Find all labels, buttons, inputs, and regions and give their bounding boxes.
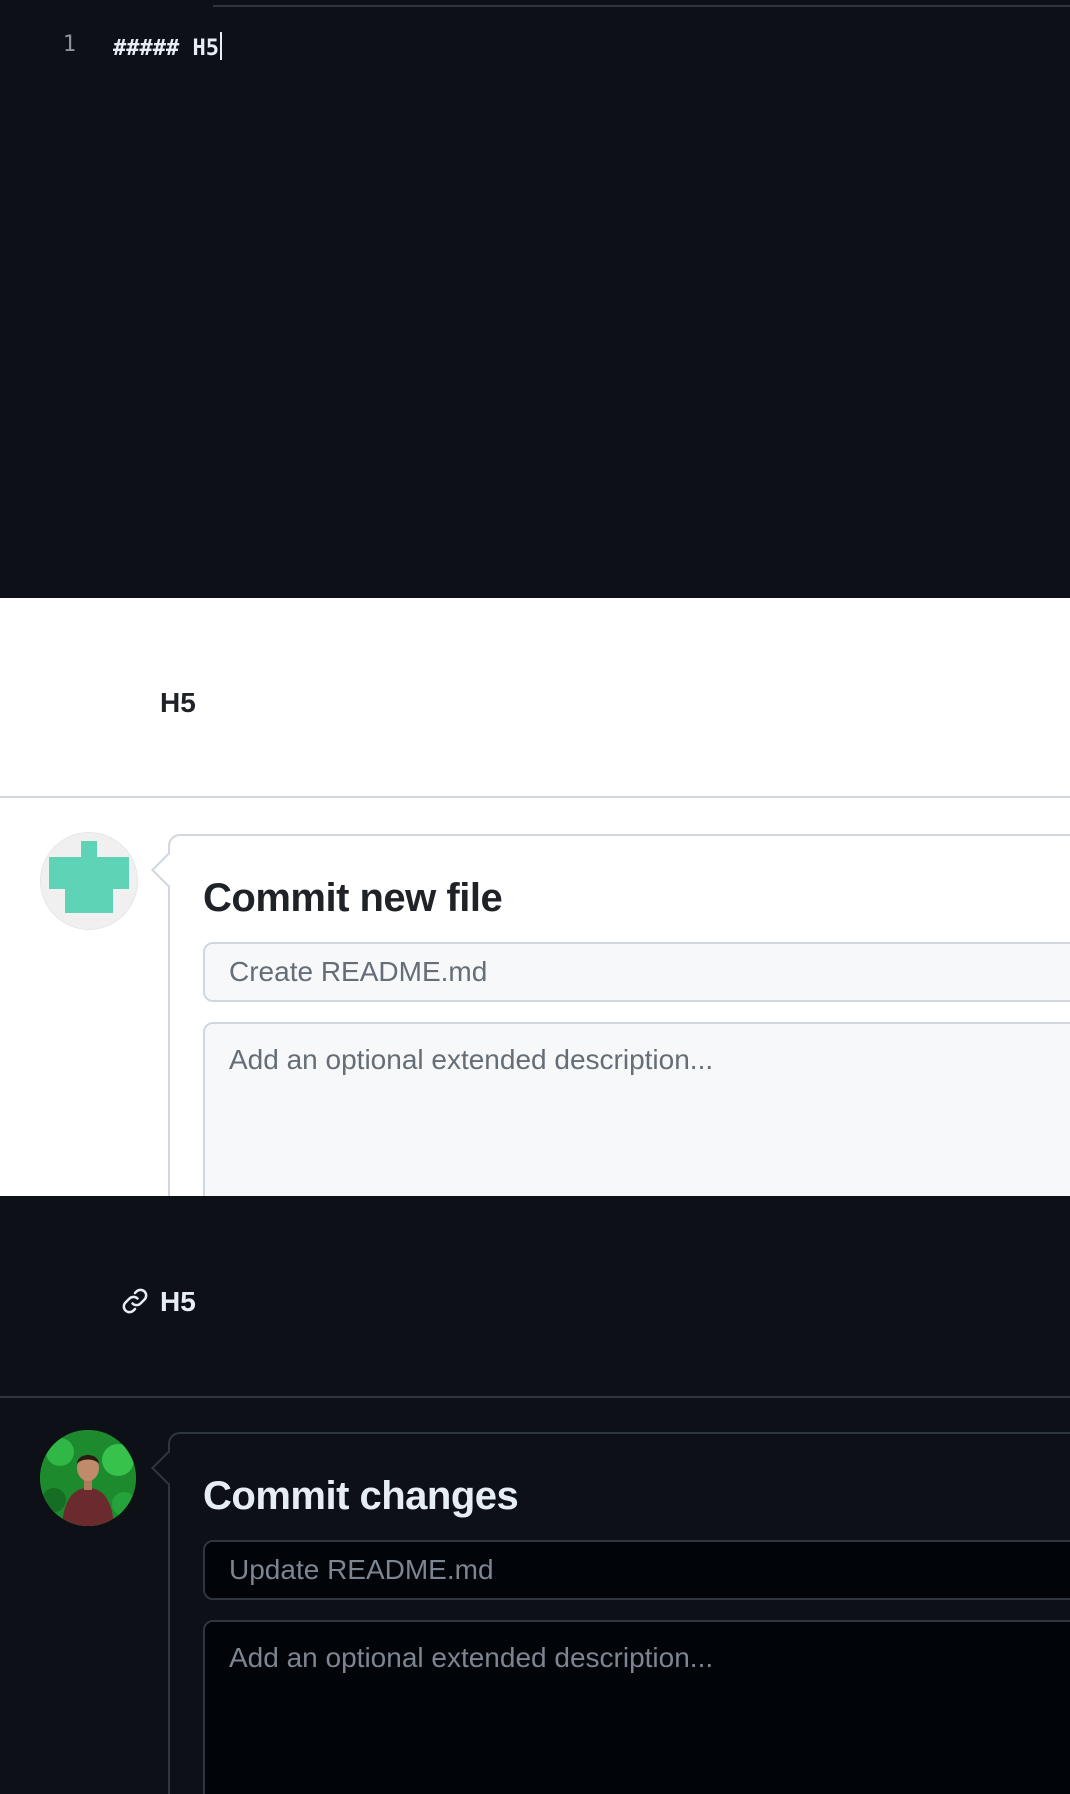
- commit-title: Commit new file: [203, 876, 503, 920]
- commit-description-textarea[interactable]: [203, 1620, 1070, 1794]
- panel-pointer: [151, 853, 185, 887]
- commit-message-input[interactable]: [203, 1540, 1070, 1600]
- commit-message-input[interactable]: [203, 942, 1070, 1002]
- user-photo-icon: [40, 1430, 136, 1526]
- dark-theme-view: H5 Commit changes: [0, 1196, 1070, 1794]
- identicon-icon: [41, 833, 137, 929]
- preview-heading-h5: H5: [160, 687, 196, 718]
- identicon-avatar[interactable]: [40, 832, 138, 930]
- commit-panel: Commit new file: [151, 834, 1070, 1196]
- line-number: 1: [62, 32, 76, 57]
- panel-pointer: [151, 1451, 185, 1485]
- link-icon[interactable]: [120, 1286, 150, 1316]
- commit-description-textarea[interactable]: [203, 1022, 1070, 1196]
- preview-heading-h5: H5: [160, 1286, 196, 1317]
- editor-top-border: [213, 0, 1070, 7]
- code-editor[interactable]: 1 ##### H5: [0, 0, 1070, 598]
- user-photo-avatar[interactable]: [40, 1430, 136, 1526]
- commit-title: Commit changes: [203, 1474, 519, 1518]
- markdown-preview: H5: [0, 1200, 1070, 1398]
- code-text: ##### H5: [113, 36, 219, 61]
- light-theme-view: H5 Commit new file: [0, 598, 1070, 1196]
- commit-panel: Commit changes: [151, 1432, 1070, 1794]
- text-caret: [219, 32, 222, 60]
- markdown-preview: H5: [0, 602, 1070, 798]
- code-line[interactable]: ##### H5: [113, 32, 222, 61]
